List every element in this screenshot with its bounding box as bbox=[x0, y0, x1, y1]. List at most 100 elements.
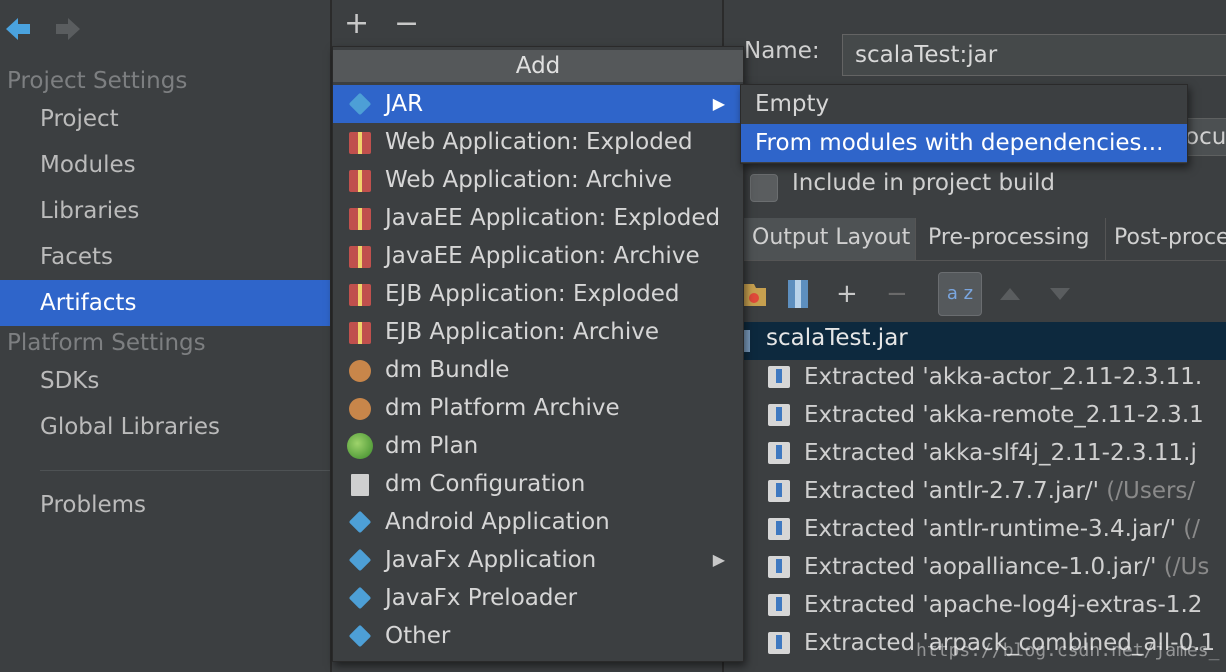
gift-icon bbox=[349, 208, 371, 230]
menu-item-label: Web Application: Archive bbox=[385, 167, 673, 193]
extracted-icon bbox=[768, 480, 790, 502]
artifact-name-input[interactable]: scalaTest:jar bbox=[842, 34, 1226, 76]
menu-item-web-exploded[interactable]: Web Application: Exploded bbox=[333, 123, 743, 161]
bundle-icon bbox=[349, 360, 371, 382]
diamond-icon bbox=[348, 586, 372, 610]
menu-title: Add bbox=[333, 50, 743, 82]
jar-submenu: Empty From modules with dependencies... bbox=[740, 84, 1188, 164]
menu-item-dm-platform-archive[interactable]: dm Platform Archive bbox=[333, 389, 743, 427]
extracted-icon bbox=[768, 404, 790, 426]
tree-root-row[interactable]: scalaTest.jar bbox=[744, 322, 1226, 360]
extracted-icon bbox=[768, 518, 790, 540]
row-text: Extracted 'akka-slf4j_2.11-2.3.11.j bbox=[804, 440, 1197, 466]
add-artifact-menu: Add JAR ▶ Web Application: Exploded Web A… bbox=[332, 46, 744, 662]
menu-item-label: dm Bundle bbox=[385, 357, 510, 383]
gift-icon bbox=[349, 246, 371, 268]
gift-icon bbox=[349, 322, 371, 344]
tab-post-processing[interactable]: Post-proce bbox=[1106, 218, 1226, 260]
menu-item-label: JavaEE Application: Exploded bbox=[385, 205, 721, 231]
diamond-icon bbox=[348, 510, 372, 534]
tree-root-label: scalaTest.jar bbox=[766, 325, 908, 351]
row-text: Extracted 'antlr-runtime-3.4.jar/' bbox=[804, 516, 1176, 542]
menu-item-label: dm Plan bbox=[385, 433, 479, 459]
sidebar-item-project[interactable]: Project bbox=[0, 96, 330, 142]
globe-icon bbox=[347, 433, 373, 459]
gift-icon bbox=[349, 284, 371, 306]
sidebar-item-artifacts[interactable]: Artifacts bbox=[0, 280, 330, 326]
menu-item-javaee-archive[interactable]: JavaEE Application: Archive bbox=[333, 237, 743, 275]
tab-pre-processing[interactable]: Pre-processing bbox=[920, 218, 1106, 260]
sort-alphabetically-button[interactable]: a z bbox=[938, 272, 982, 316]
extracted-icon bbox=[768, 632, 790, 654]
menu-item-javafx-application[interactable]: JavaFx Application ▶ bbox=[333, 541, 743, 579]
gift-icon bbox=[349, 170, 371, 192]
sidebar-item-modules[interactable]: Modules bbox=[0, 142, 330, 188]
name-label: Name: bbox=[744, 38, 820, 64]
jar-icon bbox=[744, 330, 750, 352]
menu-item-label: JAR bbox=[385, 91, 424, 117]
menu-item-web-archive[interactable]: Web Application: Archive bbox=[333, 161, 743, 199]
row-path: (/Us bbox=[1156, 554, 1210, 580]
row-path: (/ bbox=[1175, 516, 1200, 542]
menu-item-android-application[interactable]: Android Application bbox=[333, 503, 743, 541]
submenu-arrow-icon: ▶ bbox=[712, 550, 725, 569]
sidebar-item-facets[interactable]: Facets bbox=[0, 234, 330, 280]
archive-icon[interactable] bbox=[786, 278, 810, 310]
menu-item-jar[interactable]: JAR ▶ bbox=[333, 85, 743, 123]
tab-output-layout[interactable]: Output Layout bbox=[744, 218, 916, 260]
menu-item-other[interactable]: Other bbox=[333, 617, 743, 655]
submenu-item-from-modules[interactable]: From modules with dependencies... bbox=[741, 124, 1187, 162]
row-path: (/Users/ bbox=[1098, 478, 1196, 504]
menu-item-label: EJB Application: Archive bbox=[385, 319, 660, 345]
platform-settings-title: Platform Settings bbox=[7, 330, 206, 356]
sidebar-item-global-libraries[interactable]: Global Libraries bbox=[0, 404, 330, 450]
menu-item-label: EJB Application: Exploded bbox=[385, 281, 680, 307]
remove-artifact-button[interactable]: − bbox=[394, 8, 419, 40]
create-directory-icon[interactable] bbox=[744, 280, 766, 310]
extracted-icon bbox=[768, 556, 790, 578]
submenu-item-empty[interactable]: Empty bbox=[741, 85, 1187, 123]
menu-item-dm-bundle[interactable]: dm Bundle bbox=[333, 351, 743, 389]
menu-item-label: JavaFx Application bbox=[385, 547, 597, 573]
extracted-icon bbox=[768, 366, 790, 388]
sidebar-item-sdks[interactable]: SDKs bbox=[0, 358, 330, 404]
row-text: Extracted 'antlr-2.7.7.jar/' bbox=[804, 478, 1099, 504]
menu-item-label: Other bbox=[385, 623, 451, 649]
diamond-icon bbox=[348, 548, 372, 572]
sidebar-divider bbox=[40, 470, 330, 471]
jar-diamond-icon bbox=[348, 92, 372, 116]
extracted-icon bbox=[768, 442, 790, 464]
menu-item-ejb-archive[interactable]: EJB Application: Archive bbox=[333, 313, 743, 351]
menu-item-label: Web Application: Exploded bbox=[385, 129, 693, 155]
sidebar-item-libraries[interactable]: Libraries bbox=[0, 188, 330, 234]
move-down-icon[interactable] bbox=[1048, 284, 1072, 304]
menu-item-dm-plan[interactable]: dm Plan bbox=[333, 427, 743, 465]
row-text: Extracted 'aopalliance-1.0.jar/' bbox=[804, 554, 1157, 580]
menu-item-label: dm Platform Archive bbox=[385, 395, 620, 421]
sidebar-item-problems[interactable]: Problems bbox=[0, 482, 330, 528]
menu-item-javafx-preloader[interactable]: JavaFx Preloader bbox=[333, 579, 743, 617]
menu-item-label: JavaFx Preloader bbox=[385, 585, 578, 611]
include-in-build-checkbox[interactable] bbox=[750, 174, 778, 202]
row-text: Extracted 'akka-actor_2.11-2.3.11. bbox=[804, 364, 1203, 390]
forward-arrow-icon[interactable] bbox=[50, 12, 84, 46]
add-element-button[interactable]: + bbox=[836, 276, 858, 312]
extracted-icon bbox=[768, 594, 790, 616]
menu-item-javaee-exploded[interactable]: JavaEE Application: Exploded bbox=[333, 199, 743, 237]
watermark: https://blog.csdn.net/james_ bbox=[916, 640, 1220, 661]
menu-item-dm-configuration[interactable]: dm Configuration bbox=[333, 465, 743, 503]
sidebar: Project Settings Project Modules Librari… bbox=[0, 0, 330, 672]
project-settings-title: Project Settings bbox=[7, 68, 188, 94]
move-up-icon[interactable] bbox=[998, 284, 1022, 304]
back-arrow-icon[interactable] bbox=[2, 12, 36, 46]
menu-item-label: dm Configuration bbox=[385, 471, 586, 497]
document-icon bbox=[351, 474, 369, 496]
row-text: Extracted 'apache-log4j-extras-1.2 bbox=[804, 592, 1203, 618]
diamond-icon bbox=[348, 624, 372, 648]
remove-element-button[interactable]: − bbox=[886, 276, 908, 312]
menu-item-ejb-exploded[interactable]: EJB Application: Exploded bbox=[333, 275, 743, 313]
include-in-build-label: Include in project build bbox=[792, 170, 1056, 196]
submenu-arrow-icon: ▶ bbox=[712, 94, 725, 113]
gift-icon bbox=[349, 132, 371, 154]
add-artifact-button[interactable]: + bbox=[344, 8, 369, 40]
